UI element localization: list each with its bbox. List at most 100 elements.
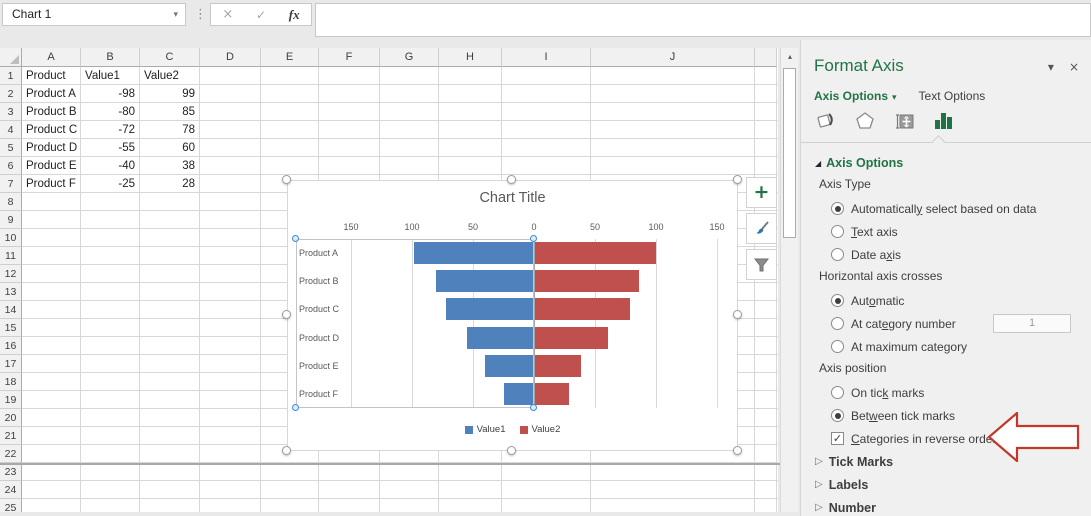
cell-A4[interactable]: Product C	[22, 121, 80, 139]
column-header-B[interactable]: B	[81, 48, 140, 67]
cell-C4[interactable]: 78	[140, 121, 199, 139]
chart-selection-handle[interactable]	[282, 310, 291, 319]
row-header-4[interactable]: 4	[0, 121, 22, 139]
row-header-17[interactable]: 17	[0, 355, 22, 373]
legend-item[interactable]: Value2	[520, 424, 561, 435]
cell-A2[interactable]: Product A	[22, 85, 80, 103]
column-header-H[interactable]: H	[439, 48, 502, 67]
row-header-9[interactable]: 9	[0, 211, 22, 229]
tab-axis-options[interactable]: Axis Options▾	[814, 89, 897, 103]
axis-selection-handle[interactable]	[292, 235, 299, 242]
legend-item[interactable]: Value1	[465, 424, 506, 435]
radio-unselected[interactable]	[831, 225, 844, 238]
column-header-C[interactable]: C	[140, 48, 200, 67]
bar-value2[interactable]	[535, 242, 656, 264]
column-header-D[interactable]: D	[200, 48, 261, 67]
radio-unselected[interactable]	[831, 248, 844, 261]
radio-selected[interactable]	[831, 294, 844, 307]
chart-elements-button[interactable]: +	[746, 177, 777, 208]
axis-selection-handle[interactable]	[530, 235, 537, 242]
name-box[interactable]: Chart 1 ▾	[2, 3, 186, 26]
column-header-J[interactable]: J	[591, 48, 755, 67]
enter-icon[interactable]: ✓	[256, 8, 266, 22]
cell-B1[interactable]: Value1	[81, 67, 139, 85]
radio-option[interactable]: At maximum category	[801, 335, 1091, 358]
cell-B6[interactable]: -40	[81, 157, 139, 175]
radio-option[interactable]: At category number1	[801, 312, 1091, 335]
column-header-F[interactable]: F	[319, 48, 380, 67]
radio-option[interactable]: Automatically select based on data	[801, 197, 1091, 220]
row-header-12[interactable]: 12	[0, 265, 22, 283]
effects-icon[interactable]	[854, 110, 876, 137]
cell-C2[interactable]: 99	[140, 85, 199, 103]
column-header-G[interactable]: G	[380, 48, 439, 67]
radio-option[interactable]: Date axis	[801, 243, 1091, 266]
cell-A3[interactable]: Product B	[22, 103, 80, 121]
row-header-19[interactable]: 19	[0, 391, 22, 409]
chart-filters-button[interactable]	[746, 249, 777, 280]
chart-legend[interactable]: Value1 Value2	[288, 424, 737, 435]
scroll-up-icon[interactable]: ▴	[782, 48, 798, 66]
cell-C7[interactable]: 28	[140, 175, 199, 193]
radio-unselected[interactable]	[831, 386, 844, 399]
chart-selection-handle[interactable]	[733, 175, 742, 184]
row-header-23[interactable]: 23	[0, 463, 22, 481]
radio-unselected[interactable]	[831, 340, 844, 353]
cancel-icon[interactable]: ×	[222, 7, 233, 22]
row-header-10[interactable]: 10	[0, 229, 22, 247]
bar-value2[interactable]	[535, 327, 608, 349]
cell-B5[interactable]: -55	[81, 139, 139, 157]
row-header-22[interactable]: 22	[0, 445, 22, 463]
row-header-7[interactable]: 7	[0, 175, 22, 193]
chart-styles-button[interactable]	[746, 213, 777, 244]
row-header-25[interactable]: 25	[0, 499, 22, 512]
formula-bar[interactable]	[315, 3, 1091, 37]
chart[interactable]: Chart Title 15010050050100150Product APr…	[287, 180, 738, 451]
row-header-20[interactable]: 20	[0, 409, 22, 427]
vertical-scrollbar[interactable]: ▴	[780, 48, 798, 512]
bar-value2[interactable]	[535, 383, 569, 405]
section-labels[interactable]: ▷Labels	[801, 473, 1091, 496]
axis-selection-handle[interactable]	[292, 404, 299, 411]
cell-A1[interactable]: Product	[22, 67, 80, 85]
size-properties-icon[interactable]	[893, 110, 915, 137]
chart-selection-handle[interactable]	[507, 446, 516, 455]
insert-function-icon[interactable]: fx	[289, 7, 300, 23]
row-header-6[interactable]: 6	[0, 157, 22, 175]
row-header-11[interactable]: 11	[0, 247, 22, 265]
cell-C3[interactable]: 85	[140, 103, 199, 121]
row-header-16[interactable]: 16	[0, 337, 22, 355]
cell-C1[interactable]: Value2	[140, 67, 199, 85]
chart-selection-handle[interactable]	[507, 175, 516, 184]
pane-options-dropdown-icon[interactable]: ▾	[1048, 60, 1054, 74]
chart-selection-handle[interactable]	[282, 446, 291, 455]
cell-B7[interactable]: -25	[81, 175, 139, 193]
radio-selected[interactable]	[831, 202, 844, 215]
category-number-input[interactable]: 1	[993, 314, 1071, 333]
row-header-18[interactable]: 18	[0, 373, 22, 391]
checkbox-checked[interactable]: ✓	[831, 432, 844, 445]
cell-B4[interactable]: -72	[81, 121, 139, 139]
cell-C5[interactable]: 60	[140, 139, 199, 157]
column-header-partial[interactable]	[755, 48, 777, 67]
column-header-E[interactable]: E	[261, 48, 319, 67]
cell-B2[interactable]: -98	[81, 85, 139, 103]
radio-selected[interactable]	[831, 409, 844, 422]
chart-selection-handle[interactable]	[733, 310, 742, 319]
radio-option[interactable]: Automatic	[801, 289, 1091, 312]
cell-B3[interactable]: -80	[81, 103, 139, 121]
select-all-corner[interactable]	[0, 48, 22, 67]
cell-A7[interactable]: Product F	[22, 175, 80, 193]
row-header-3[interactable]: 3	[0, 103, 22, 121]
row-header-2[interactable]: 2	[0, 85, 22, 103]
row-header-8[interactable]: 8	[0, 193, 22, 211]
axis-options-icon[interactable]	[932, 110, 954, 137]
row-header-13[interactable]: 13	[0, 283, 22, 301]
row-header-15[interactable]: 15	[0, 319, 22, 337]
cell-A6[interactable]: Product E	[22, 157, 80, 175]
row-header-14[interactable]: 14	[0, 301, 22, 319]
column-header-I[interactable]: I	[502, 48, 591, 67]
chart-selection-handle[interactable]	[282, 175, 291, 184]
bar-value2[interactable]	[535, 355, 581, 377]
chart-selection-handle[interactable]	[733, 446, 742, 455]
